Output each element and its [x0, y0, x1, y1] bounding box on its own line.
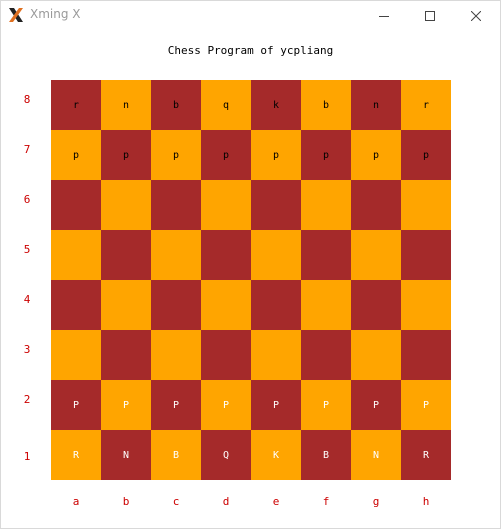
square-f7[interactable]: p	[301, 130, 351, 180]
square-f4[interactable]	[301, 280, 351, 330]
square-f5[interactable]	[301, 230, 351, 280]
square-c5[interactable]	[151, 230, 201, 280]
rank-label-4: 4	[23, 293, 31, 306]
square-d2[interactable]: P	[201, 380, 251, 430]
window-title: Xming X	[30, 7, 81, 21]
square-g2[interactable]: P	[351, 380, 401, 430]
file-label-c: c	[172, 495, 180, 508]
square-b5[interactable]	[101, 230, 151, 280]
rank-label-3: 3	[23, 343, 31, 356]
square-d5[interactable]	[201, 230, 251, 280]
square-g7[interactable]: p	[351, 130, 401, 180]
square-g6[interactable]	[351, 180, 401, 230]
square-f3[interactable]	[301, 330, 351, 380]
square-f8[interactable]: b	[301, 80, 351, 130]
square-a8[interactable]: r	[51, 80, 101, 130]
minimize-button[interactable]	[361, 1, 407, 30]
square-e4[interactable]	[251, 280, 301, 330]
square-d8[interactable]: q	[201, 80, 251, 130]
square-d4[interactable]	[201, 280, 251, 330]
rank-label-1: 1	[23, 450, 31, 463]
title-bar[interactable]: Xming X	[1, 1, 500, 30]
square-h6[interactable]	[401, 180, 451, 230]
square-b8[interactable]: n	[101, 80, 151, 130]
square-h1[interactable]: R	[401, 430, 451, 480]
maximize-icon	[425, 10, 435, 21]
square-f6[interactable]	[301, 180, 351, 230]
square-g1[interactable]: N	[351, 430, 401, 480]
square-a2[interactable]: P	[51, 380, 101, 430]
square-c7[interactable]: p	[151, 130, 201, 180]
square-a6[interactable]	[51, 180, 101, 230]
square-c2[interactable]: P	[151, 380, 201, 430]
square-h3[interactable]	[401, 330, 451, 380]
square-h4[interactable]	[401, 280, 451, 330]
square-f2[interactable]: P	[301, 380, 351, 430]
square-f1[interactable]: B	[301, 430, 351, 480]
square-a5[interactable]	[51, 230, 101, 280]
square-h8[interactable]: r	[401, 80, 451, 130]
square-e7[interactable]: p	[251, 130, 301, 180]
file-label-h: h	[422, 495, 430, 508]
xming-window: Xming X Chess Program of ycpliang 8 7 6 5 4 3…	[0, 0, 501, 529]
square-c4[interactable]	[151, 280, 201, 330]
maximize-button[interactable]	[407, 1, 453, 30]
square-e8[interactable]: k	[251, 80, 301, 130]
square-e3[interactable]	[251, 330, 301, 380]
square-a7[interactable]: p	[51, 130, 101, 180]
square-a4[interactable]	[51, 280, 101, 330]
square-a1[interactable]: R	[51, 430, 101, 480]
square-c1[interactable]: B	[151, 430, 201, 480]
rank-label-7: 7	[23, 143, 31, 156]
square-g5[interactable]	[351, 230, 401, 280]
square-e6[interactable]	[251, 180, 301, 230]
square-c3[interactable]	[151, 330, 201, 380]
square-b6[interactable]	[101, 180, 151, 230]
minimize-icon	[379, 15, 389, 17]
square-g4[interactable]	[351, 280, 401, 330]
file-label-f: f	[322, 495, 330, 508]
xming-x-logo-icon	[8, 7, 24, 23]
square-e2[interactable]: P	[251, 380, 301, 430]
square-a3[interactable]	[51, 330, 101, 380]
square-d1[interactable]: Q	[201, 430, 251, 480]
rank-label-6: 6	[23, 193, 31, 206]
square-b2[interactable]: P	[101, 380, 151, 430]
square-e1[interactable]: K	[251, 430, 301, 480]
square-b4[interactable]	[101, 280, 151, 330]
square-h2[interactable]: P	[401, 380, 451, 430]
square-g3[interactable]	[351, 330, 401, 380]
rank-label-2: 2	[23, 393, 31, 406]
square-e5[interactable]	[251, 230, 301, 280]
file-label-g: g	[372, 495, 380, 508]
rank-label-5: 5	[23, 243, 31, 256]
square-d7[interactable]: p	[201, 130, 251, 180]
square-c6[interactable]	[151, 180, 201, 230]
square-h7[interactable]: p	[401, 130, 451, 180]
close-button[interactable]	[453, 1, 499, 30]
square-g8[interactable]: n	[351, 80, 401, 130]
square-d3[interactable]	[201, 330, 251, 380]
square-b7[interactable]: p	[101, 130, 151, 180]
rank-label-8: 8	[23, 93, 31, 106]
square-d6[interactable]	[201, 180, 251, 230]
file-label-d: d	[222, 495, 230, 508]
file-label-e: e	[272, 495, 280, 508]
square-h5[interactable]	[401, 230, 451, 280]
square-b3[interactable]	[101, 330, 151, 380]
file-label-a: a	[72, 495, 80, 508]
program-heading: Chess Program of ycpliang	[167, 44, 334, 57]
square-c8[interactable]: b	[151, 80, 201, 130]
close-icon	[471, 10, 481, 21]
file-label-b: b	[122, 495, 130, 508]
chess-board[interactable]: rnbqkbnrppppppppPPPPPPPPRNBQKBNR	[51, 80, 451, 480]
square-b1[interactable]: N	[101, 430, 151, 480]
